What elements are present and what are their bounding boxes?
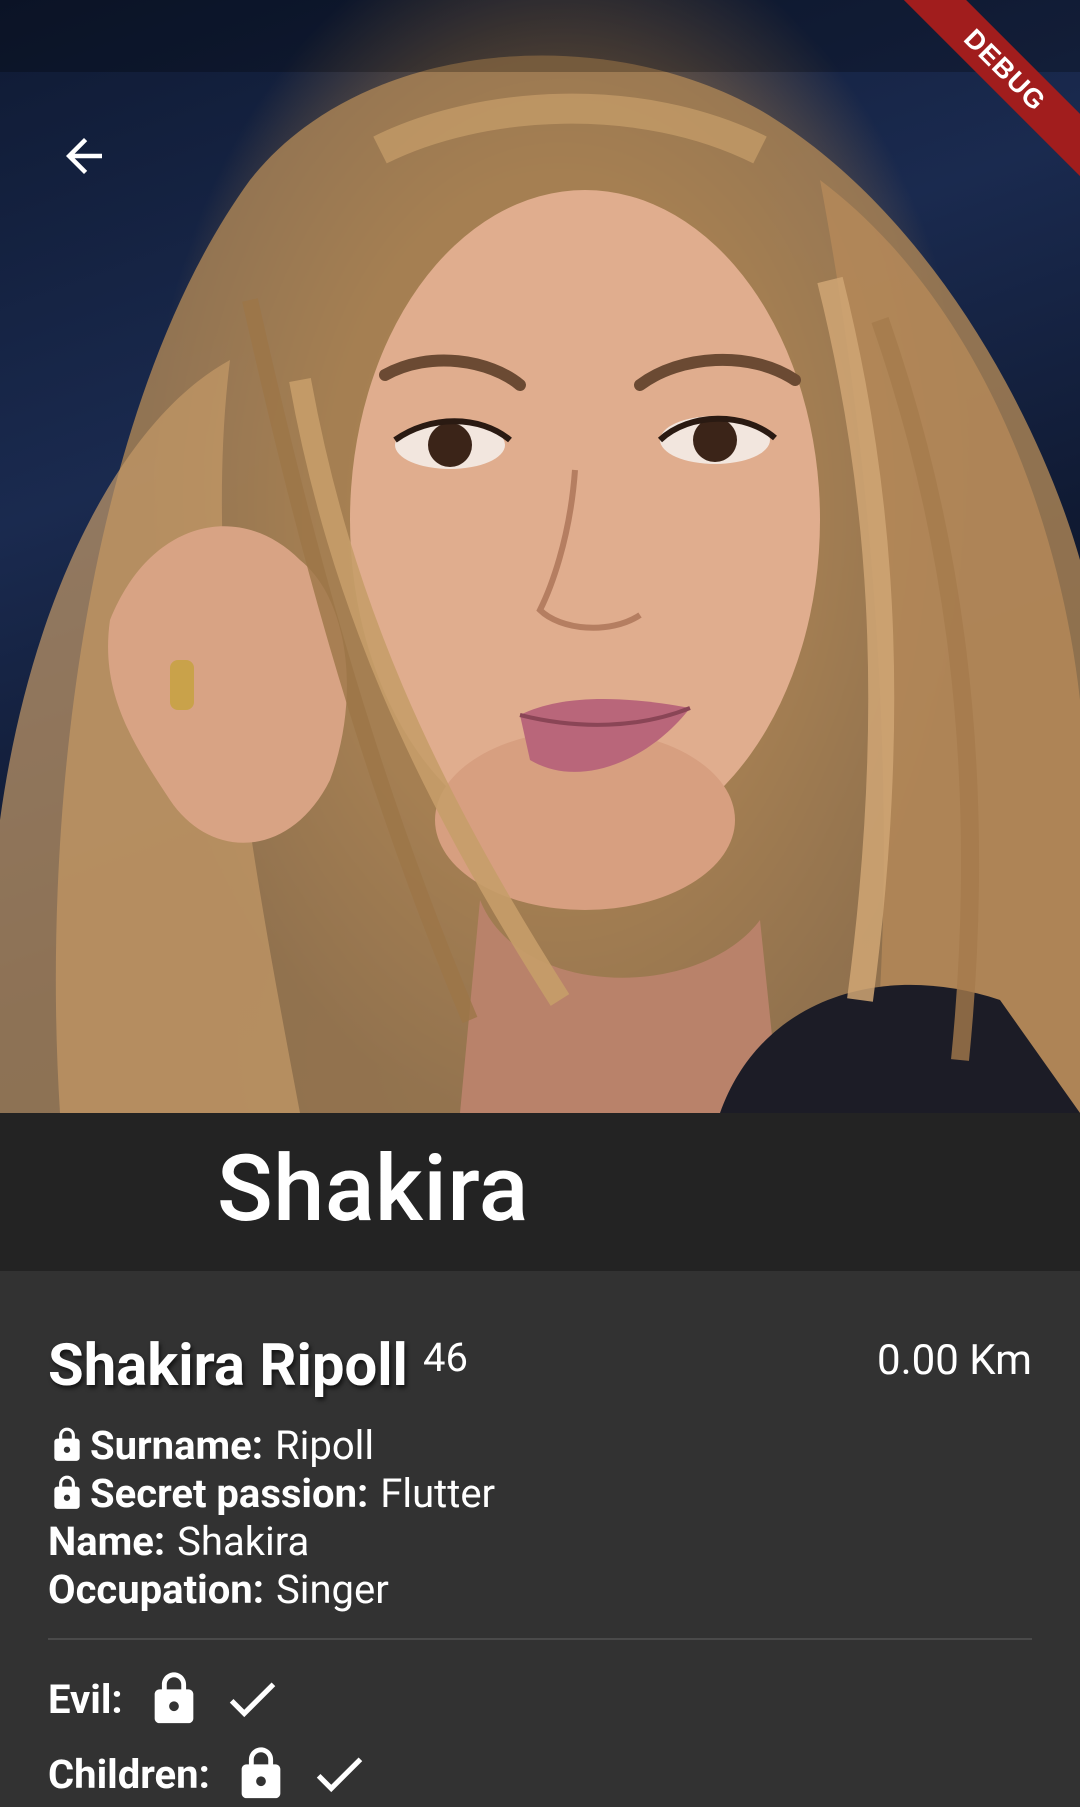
field-value: Shakira [177,1517,310,1565]
check-icon [316,1757,363,1793]
distance-label: 0.00 Km [876,1336,1032,1385]
flag-label: Evil: [48,1675,123,1723]
lock-icon [154,1672,194,1724]
status-bar [0,0,1080,72]
field-label: Occupation: [48,1565,264,1613]
lock-icon [241,1747,281,1799]
field-value: Singer [275,1565,389,1613]
field-row-name: Name: Shakira [48,1517,495,1565]
age-label: 46 [423,1334,468,1381]
field-row-secret-passion: Secret passion: Flutter [48,1469,495,1517]
field-row-occupation: Occupation: Singer [48,1565,495,1613]
flag-row-evil: Evil: [48,1666,283,1732]
flag-label: Children: [48,1750,210,1798]
divider [48,1638,1032,1640]
field-label: Surname: [90,1421,264,1469]
profile-photo: DEBUG [0,0,1080,1113]
profile-details: Shakira Ripoll 46 0.00 Km Surname: Ripol… [0,1271,1080,1799]
collapsing-title-bar: Shakira [0,1113,1080,1271]
lock-icon [54,1475,80,1509]
lock-icon [54,1427,80,1461]
field-value: Flutter [380,1469,496,1517]
photo-illustration [0,55,1080,1113]
check-icon [229,1682,275,1718]
back-button[interactable] [38,110,130,202]
flag-row-children: Children: [48,1741,370,1807]
field-value: Ripoll [275,1421,375,1469]
page-title: Shakira [217,1136,529,1243]
full-name: Shakira Ripoll [48,1332,408,1400]
field-label: Secret passion: [90,1469,369,1517]
field-label: Name: [48,1517,166,1565]
field-row-surname: Surname: Ripoll [48,1421,495,1469]
field-list: Surname: Ripoll Secret passion: Flutter … [48,1421,495,1613]
back-arrow-icon [66,138,102,174]
